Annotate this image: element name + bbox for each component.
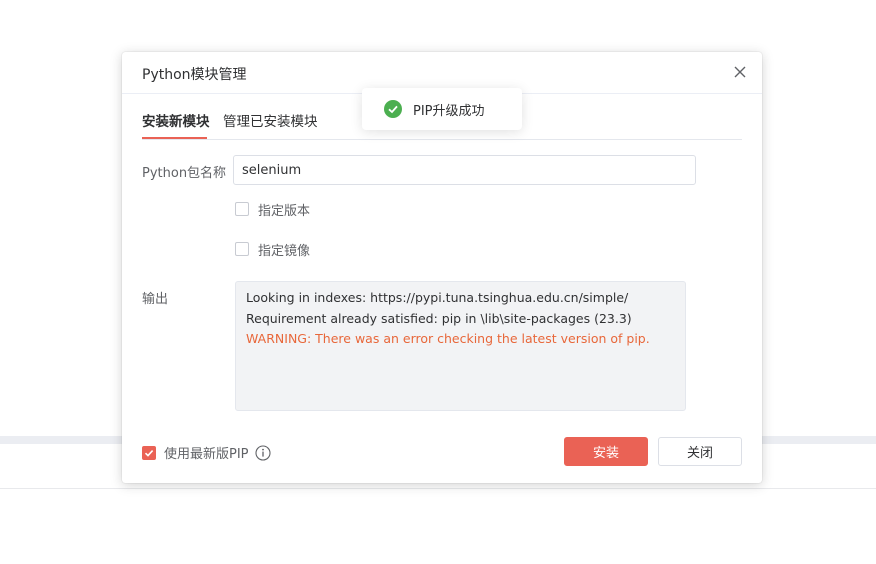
specify-mirror-checkbox-row[interactable]: 指定镜像 (235, 241, 311, 259)
specify-version-checkbox[interactable] (235, 202, 249, 216)
tab-manage-installed[interactable]: 管理已安装模块 (223, 113, 318, 131)
package-name-input[interactable] (233, 155, 696, 185)
success-check-icon (384, 100, 402, 118)
output-label: 输出 (142, 292, 169, 307)
use-latest-pip-label: 使用最新版PIP (164, 447, 249, 462)
output-warning-line: WARNING: There was an error checking the… (246, 331, 650, 346)
specify-version-checkbox-row[interactable]: 指定版本 (235, 201, 311, 219)
dialog-title: Python模块管理 (142, 67, 247, 83)
output-line: Requirement already satisfied: pip in \l… (246, 310, 632, 326)
specify-mirror-label: 指定镜像 (258, 243, 311, 259)
specify-version-label: 指定版本 (258, 203, 311, 219)
success-toast: PIP升级成功 (362, 88, 522, 130)
install-button[interactable]: 安装 (564, 437, 648, 466)
close-button[interactable]: 关闭 (658, 437, 742, 466)
use-latest-pip-checkbox-row[interactable]: 使用最新版PIP (142, 443, 271, 462)
checkmark-icon (144, 449, 154, 457)
toast-message: PIP升级成功 (413, 103, 485, 119)
close-icon[interactable] (732, 64, 748, 80)
specify-mirror-checkbox[interactable] (235, 242, 249, 256)
background-divider (0, 488, 876, 489)
use-latest-pip-checkbox[interactable] (142, 445, 156, 460)
output-line: Looking in indexes: https://pypi.tuna.ts… (246, 290, 629, 305)
output-console[interactable]: Looking in indexes: https://pypi.tuna.ts… (235, 281, 686, 411)
package-name-label: Python包名称 (142, 166, 227, 181)
info-icon[interactable] (254, 444, 271, 461)
tab-install-new[interactable]: 安装新模块 (142, 113, 210, 131)
active-tab-indicator (142, 137, 207, 139)
